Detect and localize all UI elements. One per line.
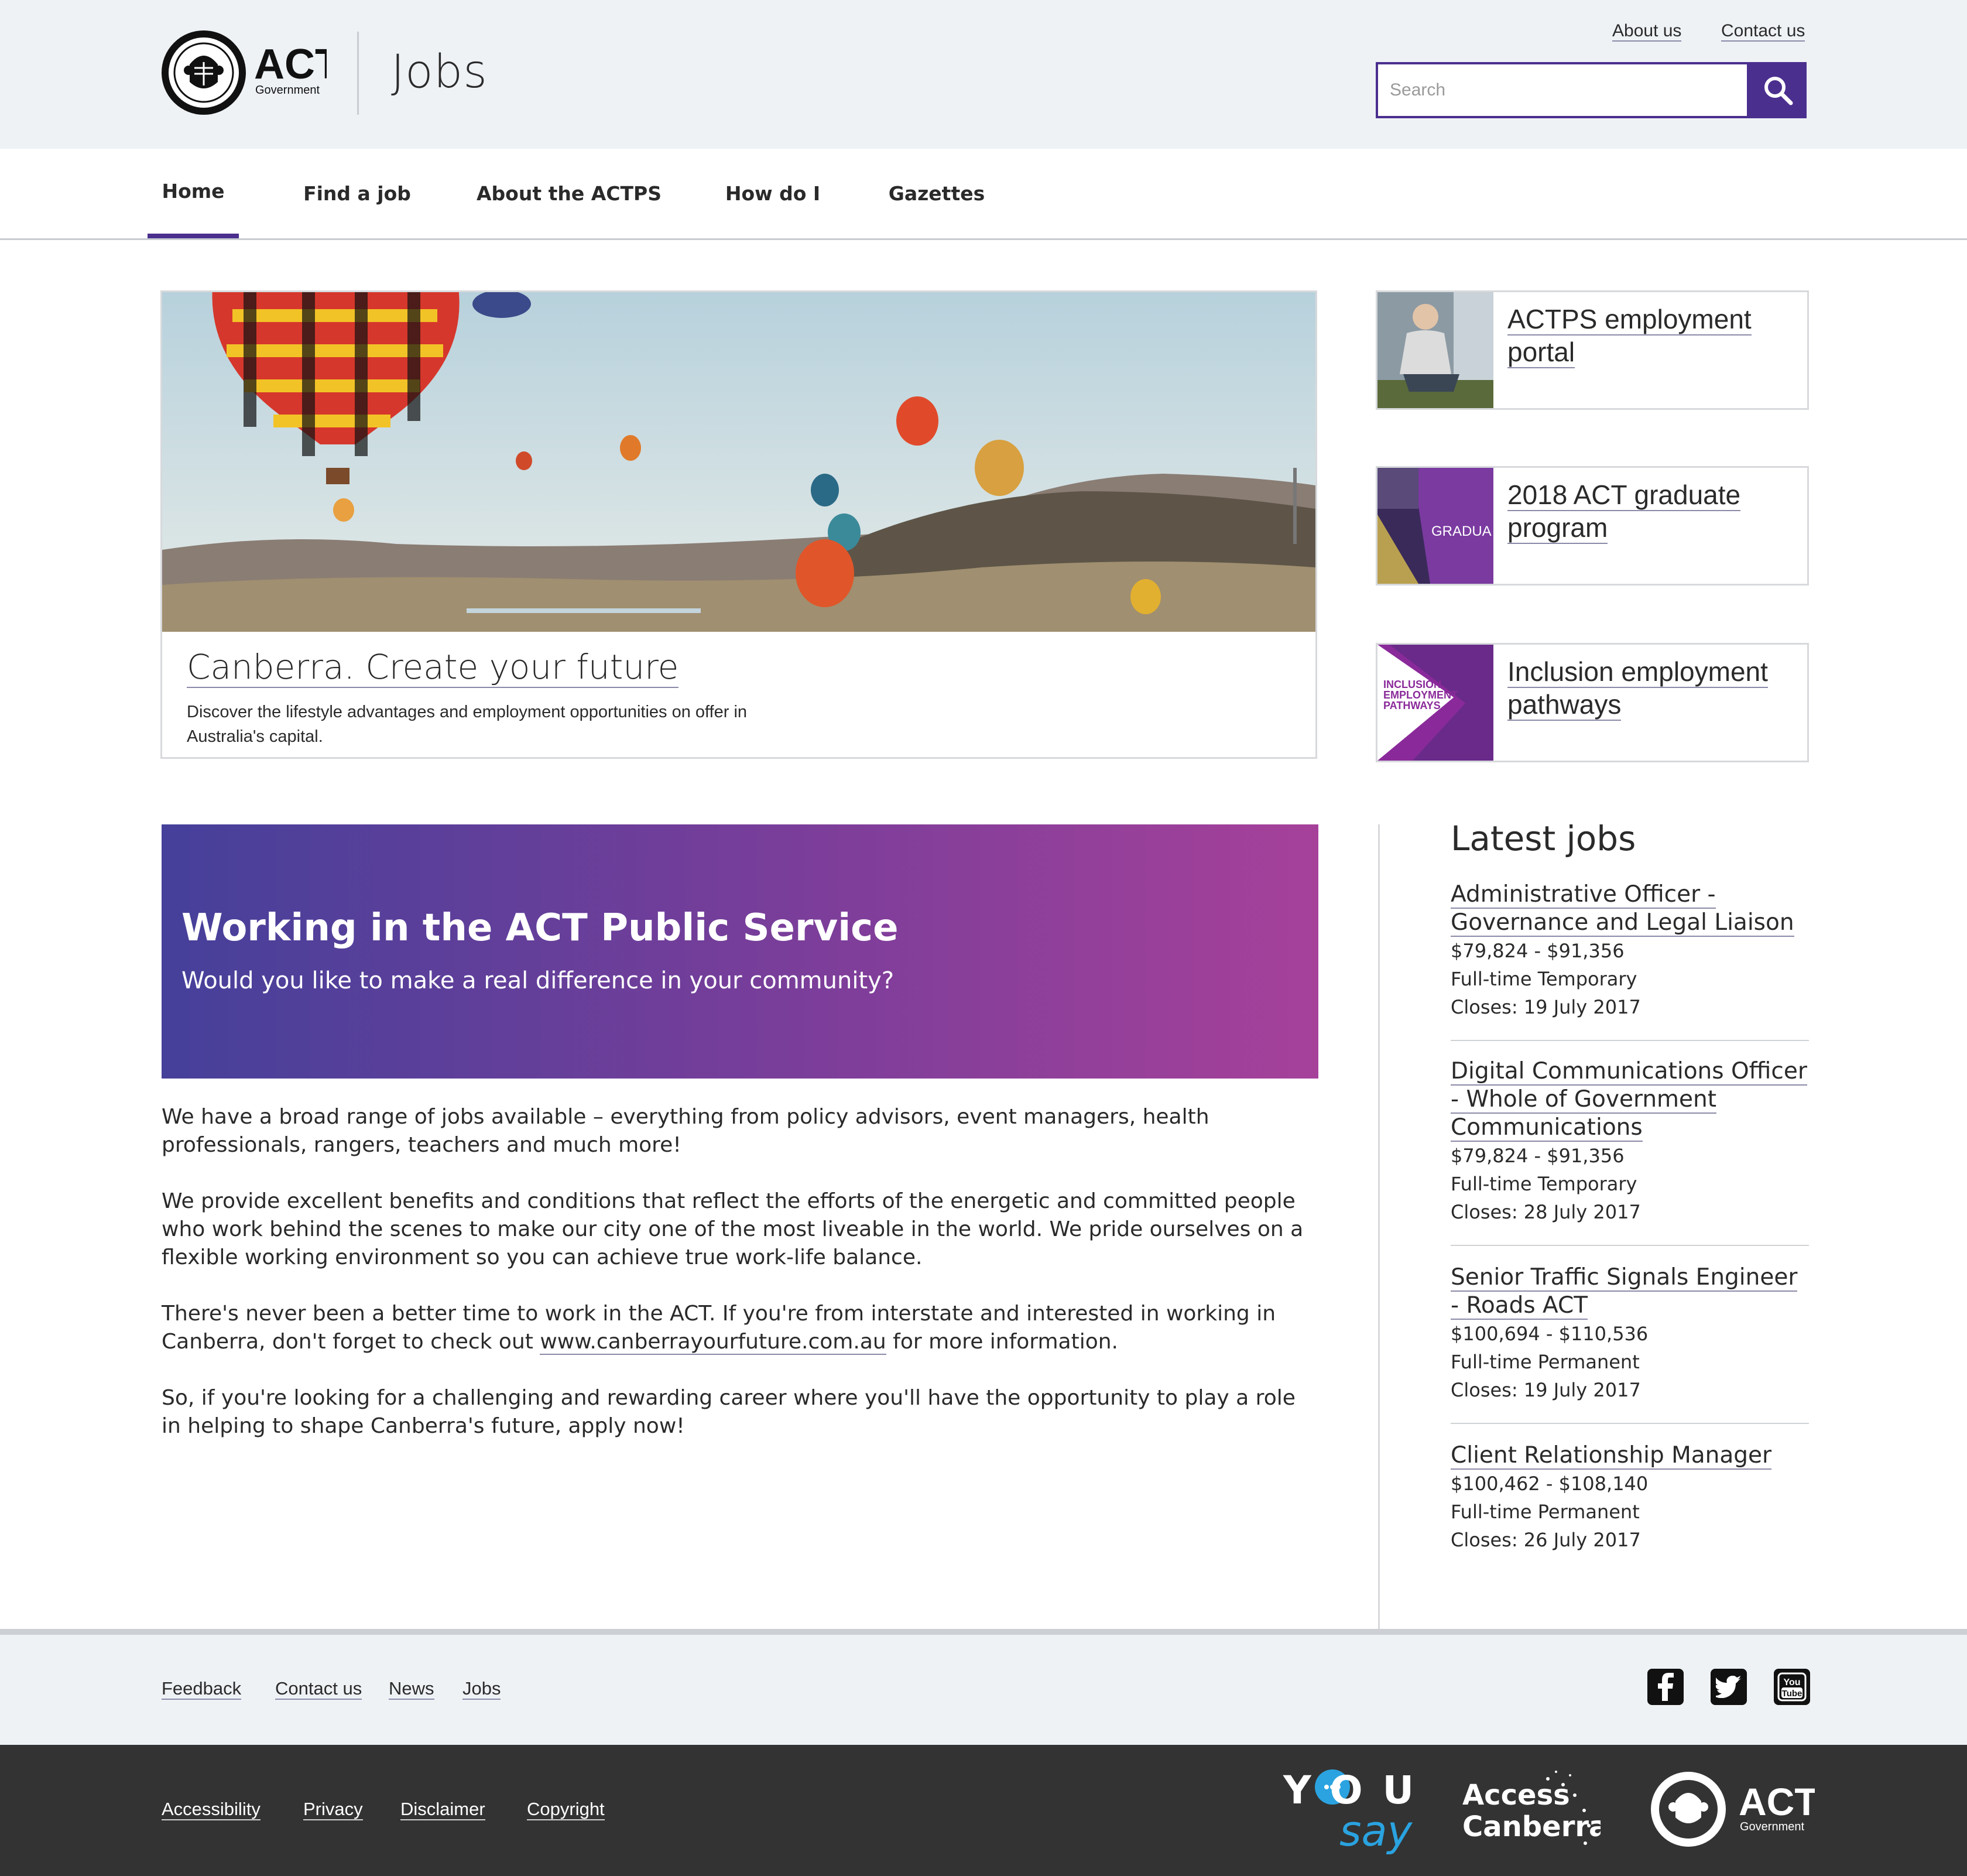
job-separator: [1451, 1040, 1809, 1041]
card-actps-employment-portal[interactable]: ACTPS employment portal: [1376, 290, 1809, 410]
nav-item-home[interactable]: Home: [148, 149, 239, 238]
job-listing: Digital Communications Officer - Whole o…: [1451, 1057, 1809, 1226]
job-closes: Closes: 19 July 2017: [1451, 996, 1641, 1018]
access-canberra-logo[interactable]: Access Canberra.: [1460, 1767, 1601, 1850]
nav-item-how-do-i[interactable]: How do I: [724, 149, 822, 238]
jobs-divider: [1378, 824, 1380, 1631]
footer-link-jobs[interactable]: Jobs: [462, 1678, 501, 1700]
footer-link-contact-us[interactable]: Contact us: [275, 1678, 362, 1700]
job-title-link[interactable]: Digital Communications Officer - Whole o…: [1451, 1057, 1809, 1142]
svg-text:ACT: ACT: [1739, 1780, 1815, 1823]
footer-link-news[interactable]: News: [389, 1678, 434, 1700]
job-salary: $79,824 - $91,356: [1451, 1145, 1625, 1167]
twitter-icon[interactable]: [1711, 1669, 1747, 1705]
footer-link-privacy[interactable]: Privacy: [303, 1799, 363, 1820]
svg-text:PATHWAYS: PATHWAYS: [1383, 700, 1441, 711]
site-header: ACT Government Jobs About us Contact us: [0, 0, 1967, 149]
job-salary: $100,462 - $108,140: [1451, 1473, 1649, 1495]
search-icon: [1764, 77, 1793, 105]
job-title-link[interactable]: Administrative Officer - Governance and …: [1451, 881, 1809, 937]
search-box: [1376, 62, 1749, 118]
card-title[interactable]: Inclusion employment pathways: [1507, 655, 1800, 721]
svg-text:Access: Access: [1462, 1779, 1570, 1812]
footer-link-feedback[interactable]: Feedback: [162, 1678, 242, 1700]
top-link-contact-us[interactable]: Contact us: [1721, 21, 1805, 42]
job-salary: $100,694 - $110,536: [1451, 1323, 1649, 1345]
svg-text:Government: Government: [255, 84, 320, 97]
svg-text:say: say: [1339, 1806, 1413, 1856]
svg-text:EMPLOYMENT: EMPLOYMENT: [1383, 689, 1458, 701]
job-type: Full-time Permanent: [1451, 1351, 1640, 1373]
svg-text:Government: Government: [1740, 1820, 1804, 1833]
logo-divider: [357, 32, 359, 115]
body-paragraph-2: We provide excellent benefits and condit…: [162, 1189, 1304, 1269]
job-type: Full-time Permanent: [1451, 1501, 1640, 1523]
banner-title: Working in the ACT Public Service: [181, 906, 899, 950]
nav-item-gazettes[interactable]: Gazettes: [884, 149, 989, 238]
yoursay-logo[interactable]: YOUR say: [1282, 1762, 1417, 1856]
nav-item-about-the-actps[interactable]: About the ACTPS: [477, 149, 662, 238]
job-separator: [1451, 1423, 1809, 1424]
job-closes: Closes: 28 July 2017: [1451, 1201, 1641, 1223]
footer-link-disclaimer[interactable]: Disclaimer: [400, 1799, 485, 1820]
job-separator: [1451, 1245, 1809, 1246]
actps-banner: Working in the ACT Public Service Would …: [162, 824, 1318, 1079]
nav-item-find-a-job[interactable]: Find a job: [301, 149, 413, 238]
footer-link-accessibility[interactable]: Accessibility: [162, 1799, 261, 1820]
banner-subtitle: Would you like to make a real difference…: [181, 967, 895, 994]
search-input[interactable]: [1378, 64, 1747, 116]
card-image-woman: [1377, 292, 1493, 408]
top-link-about-us[interactable]: About us: [1612, 21, 1682, 42]
body-paragraph-1: We have a broad range of jobs available …: [162, 1105, 1209, 1157]
svg-text:Tube: Tube: [1782, 1689, 1802, 1699]
card-title[interactable]: 2018 ACT graduate program: [1507, 478, 1800, 544]
act-government-logo[interactable]: ACT Government: [160, 29, 327, 116]
card-title[interactable]: ACTPS employment portal: [1507, 303, 1800, 368]
card-image-graduate: GRADUA: [1377, 468, 1493, 584]
search-button[interactable]: [1749, 62, 1807, 118]
card-image-inclusion: INCLUSION EMPLOYMENT PATHWAYS: [1377, 645, 1493, 761]
main-nav: Home Find a job About the ACTPS How do I…: [0, 149, 1967, 240]
body-paragraph-4: So, if you're looking for a challenging …: [162, 1386, 1296, 1438]
job-title-link[interactable]: Senior Traffic Signals Engineer - Roads …: [1451, 1264, 1809, 1320]
card-inclusion-employment-pathways[interactable]: INCLUSION EMPLOYMENT PATHWAYS Inclusion …: [1376, 643, 1809, 762]
job-salary: $79,824 - $91,356: [1451, 940, 1625, 962]
youtube-icon[interactable]: You Tube: [1774, 1669, 1810, 1705]
latest-jobs-heading: Latest jobs: [1451, 819, 1636, 858]
svg-text:You: You: [1783, 1678, 1800, 1687]
job-listing: Senior Traffic Signals Engineer - Roads …: [1451, 1264, 1809, 1404]
hero-title[interactable]: Canberra. Create your future: [187, 647, 679, 688]
footer-link-copyright[interactable]: Copyright: [527, 1799, 605, 1820]
svg-text:ACT: ACT: [254, 41, 327, 88]
hero-card[interactable]: Canberra. Create your future Discover th…: [160, 290, 1317, 759]
job-type: Full-time Temporary: [1451, 1173, 1637, 1195]
act-government-footer-logo[interactable]: ACT Government: [1645, 1766, 1815, 1853]
hero-image-balloons: [162, 292, 1315, 632]
facebook-icon[interactable]: [1647, 1669, 1684, 1705]
job-listing: Client Relationship Manager $100,462 - $…: [1451, 1442, 1809, 1554]
svg-text:INCLUSION: INCLUSION: [1383, 679, 1441, 690]
canberra-your-future-link[interactable]: www.canberrayourfuture.com.au: [540, 1330, 886, 1355]
hero-description: Discover the lifestyle advantages and em…: [187, 703, 748, 746]
job-title-link[interactable]: Client Relationship Manager: [1451, 1442, 1809, 1470]
card-act-graduate-program[interactable]: GRADUA 2018 ACT graduate program: [1376, 466, 1809, 586]
job-listing: Administrative Officer - Governance and …: [1451, 881, 1809, 1021]
job-closes: Closes: 19 July 2017: [1451, 1379, 1641, 1401]
body-paragraph-3: There's never been a better time to work…: [162, 1302, 1276, 1355]
job-type: Full-time Temporary: [1451, 968, 1637, 990]
svg-text:Canberra.: Canberra.: [1462, 1810, 1601, 1843]
job-closes: Closes: 26 July 2017: [1451, 1529, 1641, 1551]
svg-text:GRADUA: GRADUA: [1431, 523, 1492, 539]
site-name: Jobs: [391, 46, 488, 98]
